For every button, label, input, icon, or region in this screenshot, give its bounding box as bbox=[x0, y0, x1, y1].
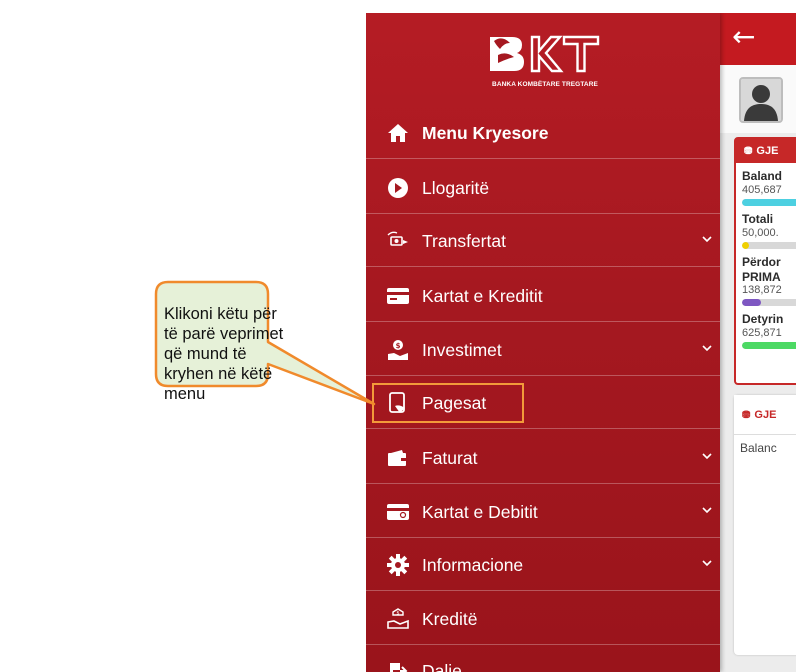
logo-mark bbox=[490, 35, 600, 73]
chevron-down-icon[interactable] bbox=[701, 342, 713, 354]
summary-card: ⛃ GJE Baland 405,687 Totali 50,000. Përdo… bbox=[734, 137, 796, 385]
menu-item-label: Kartat e Debitit bbox=[422, 502, 538, 522]
gear-icon bbox=[386, 553, 410, 577]
wallet-icon bbox=[386, 446, 410, 470]
top-bar: ← bbox=[720, 13, 796, 65]
menu-item-label: Transfertat bbox=[422, 231, 506, 251]
callout-text: Klikoni këtu për të parë veprimet që mun… bbox=[164, 305, 284, 403]
accounts-icon bbox=[386, 176, 410, 200]
bkt-logo: BANKA KOMBËTARE TREGTARE bbox=[484, 31, 606, 93]
transfer-icon bbox=[386, 229, 410, 253]
menu-item-label: Dalie bbox=[422, 661, 462, 672]
card-header: ⛃ GJE bbox=[734, 395, 796, 435]
menu-item-kartat-e-debitit[interactable]: Kartat e Debitit bbox=[366, 486, 720, 538]
menu-item-dalie[interactable]: Dalie bbox=[366, 645, 720, 672]
svg-text:$: $ bbox=[396, 611, 399, 617]
menu-item-transfertat[interactable]: Transfertat bbox=[366, 215, 720, 267]
chevron-down-icon[interactable] bbox=[701, 233, 713, 245]
progress-bar bbox=[742, 242, 796, 249]
stat-label: Totali bbox=[742, 212, 774, 226]
menu-item-kredite[interactable]: $ Kreditë bbox=[366, 593, 720, 645]
stat-value: 625,871 bbox=[742, 327, 782, 339]
avatar[interactable] bbox=[739, 77, 783, 123]
balance-card: ⛃ GJE Balanc bbox=[734, 395, 796, 655]
card-header: ⛃ GJE bbox=[736, 139, 796, 163]
progress-fill bbox=[742, 342, 796, 349]
svg-text:$: $ bbox=[396, 342, 401, 350]
chevron-down-icon[interactable] bbox=[701, 504, 713, 516]
loan-icon: $ bbox=[386, 607, 410, 631]
logout-icon bbox=[386, 659, 410, 672]
stat-sublabel: PRIMA bbox=[742, 270, 781, 284]
menu-item-label: Kreditë bbox=[422, 609, 478, 629]
menu-item-llogarite[interactable]: Llogaritë bbox=[366, 162, 720, 214]
investment-icon: $ bbox=[386, 338, 410, 362]
logo-subtitle: BANKA KOMBËTARE TREGTARE bbox=[492, 81, 598, 88]
navigation-drawer: BANKA KOMBËTARE TREGTARE Menu Kryesore L… bbox=[366, 13, 720, 672]
main-content: ← ⛃ GJE Baland 405,687 Totali 50,000. Pë… bbox=[720, 13, 796, 672]
progress-fill bbox=[742, 299, 761, 306]
credit-card-icon bbox=[386, 284, 410, 308]
progress-fill bbox=[742, 242, 750, 249]
coins-icon: ⛃ bbox=[742, 410, 751, 421]
stat-value: 50,000. bbox=[742, 227, 779, 239]
menu-item-investimet[interactable]: $ Investimet bbox=[366, 324, 720, 376]
chevron-down-icon[interactable] bbox=[701, 557, 713, 569]
stat-debt: Detyrin 625,871 bbox=[736, 306, 796, 349]
phone-screen: ← ⛃ GJE Baland 405,687 Totali 50,000. Pë… bbox=[366, 13, 796, 672]
back-arrow-icon[interactable]: ← bbox=[732, 23, 755, 51]
home-icon bbox=[386, 121, 410, 145]
profile-strip bbox=[720, 65, 796, 133]
menu-item-faturat[interactable]: Faturat bbox=[366, 432, 720, 484]
progress-fill bbox=[742, 199, 796, 206]
stat-value: 138,872 bbox=[742, 284, 782, 296]
coins-icon: ⛃ bbox=[744, 146, 753, 157]
debit-card-icon bbox=[386, 500, 410, 524]
pagesat-highlight bbox=[372, 383, 524, 423]
menu-item-label: Menu Kryesore bbox=[422, 123, 549, 143]
menu-item-label: Kartat e Kreditit bbox=[422, 286, 543, 306]
menu-item-kartat-e-kreditit[interactable]: Kartat e Kreditit bbox=[366, 270, 720, 322]
stat-label: Baland bbox=[742, 169, 783, 183]
progress-bar bbox=[742, 299, 796, 306]
stat-label: Përdor bbox=[742, 255, 781, 269]
menu-item-informacione[interactable]: Informacione bbox=[366, 539, 720, 591]
stat-used: Përdor PRIMA 138,872 bbox=[736, 249, 796, 306]
menu-item-label: Faturat bbox=[422, 448, 478, 468]
menu-item-label: Informacione bbox=[422, 555, 524, 575]
stat-label: Detyrin bbox=[742, 312, 784, 326]
stat-total: Totali 50,000. bbox=[736, 206, 796, 249]
stat-balance: Baland 405,687 bbox=[736, 163, 796, 206]
progress-bar bbox=[742, 342, 796, 349]
menu-item-label: Investimet bbox=[422, 340, 502, 360]
card-text: Balanc bbox=[740, 441, 777, 455]
progress-bar bbox=[742, 199, 796, 206]
menu-item-label: Llogaritë bbox=[422, 178, 490, 198]
stat-value: 405,687 bbox=[742, 184, 782, 196]
chevron-down-icon[interactable] bbox=[701, 450, 713, 462]
menu-item-menu-kryesore[interactable]: Menu Kryesore bbox=[366, 107, 720, 159]
